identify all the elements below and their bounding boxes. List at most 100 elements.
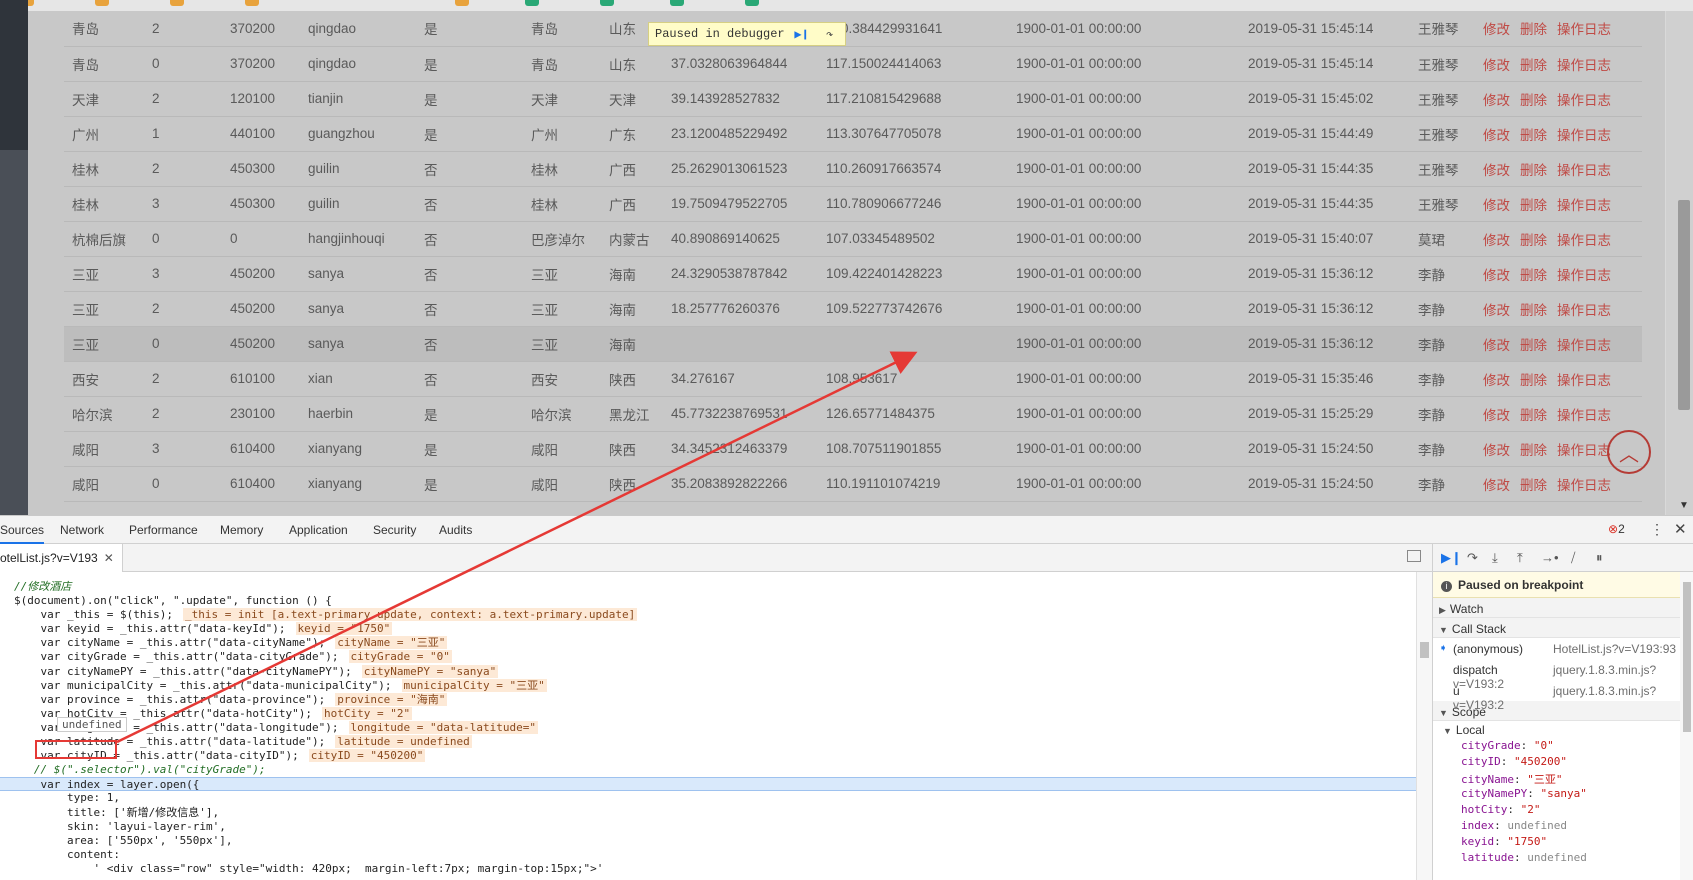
step-over-icon[interactable]: ↷ <box>819 25 841 43</box>
code-editor[interactable]: //修改酒店 $(document).on("click", ".update",… <box>0 572 1416 880</box>
edit-link[interactable]: 修改 <box>1483 373 1510 388</box>
delete-link[interactable]: 删除 <box>1520 443 1547 458</box>
scope-variable[interactable]: cityName: "三亚" <box>1433 771 1693 787</box>
deactivate-breakpoints-icon[interactable]: ⧸ <box>1571 550 1575 566</box>
step-icon[interactable]: →• <box>1541 550 1559 565</box>
cell-longitude: 110.191101074219 <box>818 466 1008 502</box>
delete-link[interactable]: 删除 <box>1520 198 1547 213</box>
log-link[interactable]: 操作日志 <box>1557 163 1611 178</box>
scope-variable[interactable]: keyid: "1750" <box>1433 835 1693 851</box>
log-link[interactable]: 操作日志 <box>1557 443 1611 458</box>
scope-variable[interactable]: hotCity: "2" <box>1433 803 1693 819</box>
more-options-icon[interactable]: ⋮ <box>1650 521 1664 538</box>
scope-variable[interactable]: latitude: undefined <box>1433 851 1693 867</box>
local-scope-header[interactable]: ▼ Local <box>1433 721 1693 739</box>
edit-link[interactable]: 修改 <box>1483 128 1510 143</box>
step-over-icon[interactable]: ↷ <box>1467 550 1478 566</box>
cell-grade: 2 <box>144 361 222 397</box>
log-link[interactable]: 操作日志 <box>1557 373 1611 388</box>
scope-key: latitude <box>1461 851 1514 864</box>
sidebar-scrollbar[interactable] <box>1680 572 1693 880</box>
step-into-icon[interactable]: ⤓ <box>1492 550 1498 566</box>
edit-link[interactable]: 修改 <box>1483 408 1510 423</box>
delete-link[interactable]: 删除 <box>1520 338 1547 353</box>
log-link[interactable]: 操作日志 <box>1557 58 1611 73</box>
cell-grade: 3 <box>144 186 222 222</box>
close-devtools-icon[interactable]: ✕ <box>1674 520 1687 538</box>
resume-icon[interactable]: ▶❙ <box>1441 550 1462 566</box>
edit-link[interactable]: 修改 <box>1483 268 1510 283</box>
frame-function: (anonymous) <box>1453 642 1524 656</box>
tab-audits[interactable]: Audits <box>439 523 472 537</box>
code-scrollbar[interactable] <box>1416 572 1432 880</box>
frame-location[interactable]: HotelList.js?v=V193:93 <box>1553 642 1676 656</box>
edit-link[interactable]: 修改 <box>1483 93 1510 108</box>
cell-hot: 否 <box>416 291 523 327</box>
delete-link[interactable]: 删除 <box>1520 58 1547 73</box>
delete-link[interactable]: 删除 <box>1520 478 1547 493</box>
file-tab-hotellist[interactable]: otelList.js?v=V193 ✕ <box>0 544 123 572</box>
pause-on-exceptions-icon[interactable]: ⏸ <box>1596 550 1603 566</box>
current-frame-arrow-icon: ➧ <box>1439 643 1448 654</box>
watch-section-header[interactable]: ▶ Watch <box>1433 598 1693 618</box>
scope-variable[interactable]: cityGrade: "0" <box>1433 739 1693 755</box>
tab-memory[interactable]: Memory <box>220 523 263 537</box>
scroll-down-arrow-icon[interactable]: ▼ <box>1679 500 1689 511</box>
delete-link[interactable]: 删除 <box>1520 268 1547 283</box>
tab-network[interactable]: Network <box>60 523 104 537</box>
log-link[interactable]: 操作日志 <box>1557 198 1611 213</box>
delete-link[interactable]: 删除 <box>1520 163 1547 178</box>
edit-link[interactable]: 修改 <box>1483 338 1510 353</box>
log-link[interactable]: 操作日志 <box>1557 268 1611 283</box>
log-link[interactable]: 操作日志 <box>1557 128 1611 143</box>
delete-link[interactable]: 删除 <box>1520 128 1547 143</box>
resume-icon[interactable]: ▶❙ <box>791 25 813 43</box>
log-link[interactable]: 操作日志 <box>1557 22 1611 37</box>
edit-link[interactable]: 修改 <box>1483 163 1510 178</box>
edit-link[interactable]: 修改 <box>1483 478 1510 493</box>
cell-pinyin: guilin <box>300 151 416 187</box>
code-line: area: ['550px', '550px'], <box>0 834 1416 848</box>
call-frame[interactable]: dispatch jquery.1.8.3.min.js?v=V193:2 <box>1433 659 1693 691</box>
toggle-debugger-sidebar-icon[interactable] <box>1407 550 1421 562</box>
call-frame[interactable]: ➧ (anonymous) HotelList.js?v=V193:93 <box>1433 638 1693 659</box>
delete-link[interactable]: 删除 <box>1520 408 1547 423</box>
page-scroll-thumb[interactable] <box>1678 200 1690 410</box>
edit-link[interactable]: 修改 <box>1483 22 1510 37</box>
edit-link[interactable]: 修改 <box>1483 233 1510 248</box>
inline-value: province = "海南" <box>335 692 448 706</box>
edit-link[interactable]: 修改 <box>1483 443 1510 458</box>
step-out-icon[interactable]: ⤒ <box>1517 550 1523 566</box>
delete-link[interactable]: 删除 <box>1520 93 1547 108</box>
log-link[interactable]: 操作日志 <box>1557 303 1611 318</box>
edit-link[interactable]: 修改 <box>1483 303 1510 318</box>
tab-application[interactable]: Application <box>289 523 348 537</box>
call-stack-section-header[interactable]: ▼ Call Stack <box>1433 618 1693 638</box>
error-count-badge[interactable]: ⊗2 <box>1608 522 1625 536</box>
scope-key: keyid <box>1461 835 1495 848</box>
devtools-panel: Sources Network Performance Memory Appli… <box>0 515 1693 880</box>
scope-variable[interactable]: cityNamePY: "sanya" <box>1433 787 1693 803</box>
scope-variable[interactable]: index: undefined <box>1433 819 1693 835</box>
close-file-icon[interactable]: ✕ <box>104 551 114 565</box>
edit-link[interactable]: 修改 <box>1483 198 1510 213</box>
delete-link[interactable]: 删除 <box>1520 22 1547 37</box>
delete-link[interactable]: 删除 <box>1520 233 1547 248</box>
call-frame[interactable]: u jquery.1.8.3.min.js?v=V193:2 <box>1433 680 1693 712</box>
tab-security[interactable]: Security <box>373 523 416 537</box>
edit-link[interactable]: 修改 <box>1483 58 1510 73</box>
cell-latitude: 19.7509479522705 <box>663 186 818 222</box>
cell-user: 莫珺 <box>1410 221 1475 257</box>
back-to-top-button[interactable]: ︿ <box>1607 430 1651 474</box>
log-link[interactable]: 操作日志 <box>1557 408 1611 423</box>
log-link[interactable]: 操作日志 <box>1557 338 1611 353</box>
tab-sources[interactable]: Sources <box>0 523 45 544</box>
log-link[interactable]: 操作日志 <box>1557 93 1611 108</box>
log-link[interactable]: 操作日志 <box>1557 233 1611 248</box>
inline-value: keyid = "1750" <box>295 622 393 636</box>
tab-performance[interactable]: Performance <box>129 523 198 537</box>
log-link[interactable]: 操作日志 <box>1557 478 1611 493</box>
delete-link[interactable]: 删除 <box>1520 373 1547 388</box>
delete-link[interactable]: 删除 <box>1520 303 1547 318</box>
scope-variable[interactable]: cityID: "450200" <box>1433 755 1693 771</box>
